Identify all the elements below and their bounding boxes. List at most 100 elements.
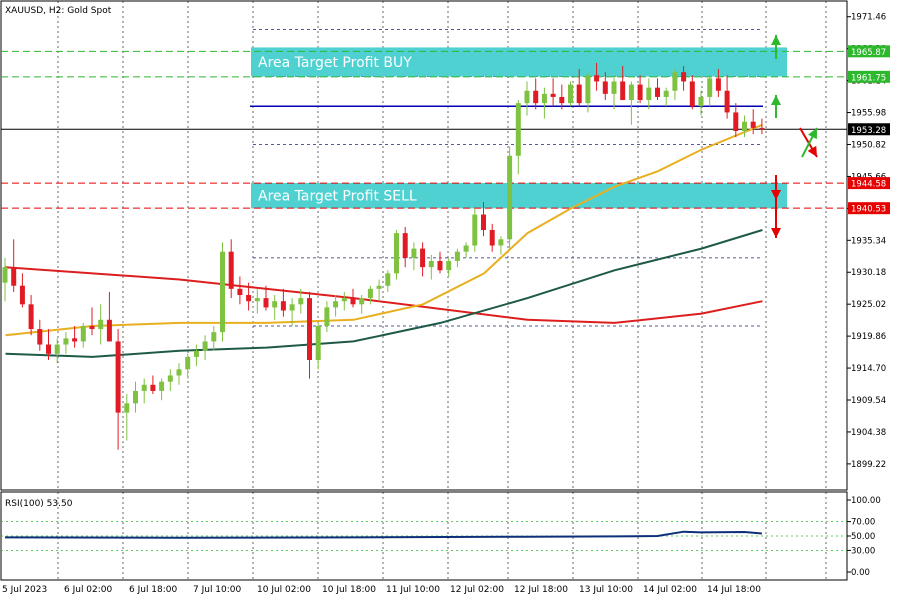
price-axis-label: 1935.34 <box>851 236 886 246</box>
candle-body <box>350 298 356 305</box>
time-axis-label: 10 Jul 02:00 <box>257 585 311 595</box>
candle-body <box>585 75 591 104</box>
price-axis-label: 1904.38 <box>851 428 886 438</box>
candle-body <box>193 350 199 357</box>
candle-body <box>524 90 530 104</box>
candle-body <box>115 341 121 413</box>
candle-body <box>185 356 191 370</box>
candle-body <box>333 301 339 308</box>
candle-body <box>489 230 495 246</box>
time-axis-label: 10 Jul 18:00 <box>322 585 376 595</box>
candle-body <box>515 103 521 156</box>
candle-body <box>141 384 147 391</box>
price-axis-label: 1930.18 <box>851 268 886 278</box>
sell-target-zone-label: Area Target Profit SELL <box>258 189 417 205</box>
candle-body <box>324 307 330 326</box>
time-axis-label: 13 Jul 10:00 <box>579 585 633 595</box>
price-label: 1953.28 <box>851 126 886 136</box>
candle-body <box>394 233 399 274</box>
time-axis-label: 6 Jul 02:00 <box>64 585 113 595</box>
chart-canvas: 5 Jul 2023 6 Jul 02:00 6 Jul 18:00 7 Jul 10… <box>0 0 890 595</box>
rsi-axis-label: 70.00 <box>851 518 875 528</box>
candle-body <box>411 248 417 258</box>
candle-body <box>663 90 669 97</box>
candle-body <box>228 251 234 289</box>
price-label: 1940.53 <box>851 205 886 215</box>
candle-body <box>385 273 391 286</box>
candle-body <box>724 90 730 113</box>
candle-body <box>167 375 173 382</box>
rsi-axis-label: 30.00 <box>851 546 875 556</box>
candle-body <box>715 78 721 91</box>
price-axis-label: 1971.46 <box>851 13 886 23</box>
candle-body <box>576 84 582 104</box>
candle-body <box>54 344 60 354</box>
time-axis-label: 12 Jul 02:00 <box>450 585 504 595</box>
candle-body <box>750 121 756 128</box>
candle-body <box>646 87 652 101</box>
candle-body <box>402 233 408 258</box>
candle-body <box>254 298 260 302</box>
price-axis-label: 1925.02 <box>851 300 886 310</box>
candle-body <box>472 214 478 246</box>
candle-body <box>620 81 626 101</box>
rsi-axis-label: 50.00 <box>851 532 875 542</box>
candle-body <box>37 329 43 345</box>
candle-body <box>689 81 695 107</box>
candle-body <box>80 325 86 342</box>
candle-body <box>202 341 208 351</box>
price-label: 1944.58 <box>851 180 886 190</box>
candle-body <box>246 295 252 302</box>
candle-body <box>307 298 312 361</box>
candle-body <box>533 90 539 104</box>
price-label: 1961.75 <box>851 73 886 83</box>
time-axis-label: 6 Jul 18:00 <box>129 585 178 595</box>
candle-body <box>289 304 295 311</box>
candle-body <box>655 87 660 97</box>
candle-body <box>28 304 34 330</box>
candle-body <box>19 285 25 305</box>
price-axis-label: 1950.82 <box>851 140 886 150</box>
candle-body <box>315 325 321 361</box>
candle-body <box>707 78 713 97</box>
candle-body <box>759 127 765 130</box>
candle-body <box>420 248 426 268</box>
time-axis-label: 14 Jul 02:00 <box>643 585 697 595</box>
candle-body <box>72 338 78 342</box>
candle-body <box>559 96 565 104</box>
candle-body <box>637 84 643 101</box>
buy-target-zone-label: Area Target Profit BUY <box>258 55 412 71</box>
price-axis-label: 1909.54 <box>851 396 886 406</box>
candle-body <box>550 93 556 97</box>
candle-body <box>220 251 225 333</box>
candle-body <box>541 93 547 104</box>
price-axis-label: 1919.86 <box>851 332 886 342</box>
candle-body <box>106 319 112 342</box>
candle-body <box>507 155 513 240</box>
candle-body <box>133 390 138 404</box>
time-axis-label: 7 Jul 10:00 <box>193 585 242 595</box>
candle-body <box>272 301 278 308</box>
candle-body <box>98 319 104 330</box>
rsi-label: RSI(100) 53.50 <box>5 499 73 509</box>
candle-body <box>46 344 51 354</box>
candle-body <box>681 72 687 82</box>
time-axis-label: 14 Jul 18:00 <box>707 585 761 595</box>
price-axis-label: 1899.22 <box>851 460 886 470</box>
candle-body <box>63 338 69 345</box>
candle-body <box>11 267 17 286</box>
candle-body <box>742 121 747 131</box>
price-axis-label: 1914.70 <box>851 364 886 374</box>
candle-body <box>298 298 304 305</box>
time-axis-label: 11 Jul 10:00 <box>386 585 440 595</box>
candle-body <box>376 285 382 289</box>
candle-body <box>568 84 573 104</box>
candle-body <box>611 81 617 94</box>
chart-header: XAUUSD, H2: Gold Spot <box>5 6 112 16</box>
price-axis-label: 1955.98 <box>851 109 886 119</box>
rsi-axis-label: 100.00 <box>851 496 881 506</box>
candle-body <box>150 384 156 391</box>
candle-body <box>359 298 365 305</box>
time-axis-label: 12 Jul 18:00 <box>514 585 568 595</box>
candle-body <box>159 381 165 391</box>
